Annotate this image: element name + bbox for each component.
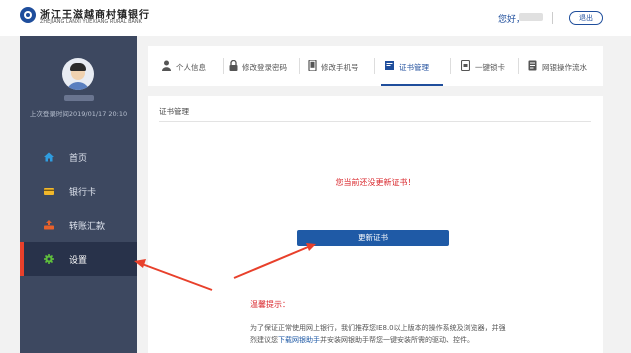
annotation-arrows bbox=[134, 243, 316, 291]
